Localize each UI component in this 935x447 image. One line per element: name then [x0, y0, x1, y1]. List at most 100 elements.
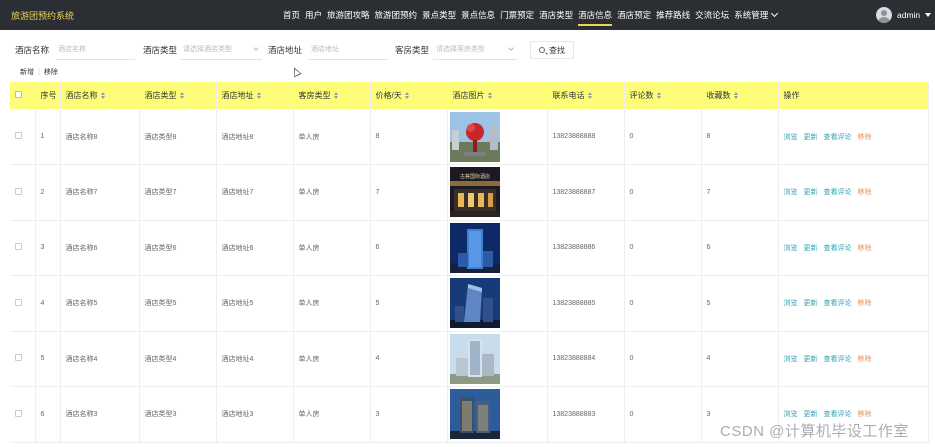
mouse-cursor-icon: [290, 65, 302, 78]
view-button[interactable]: 浏览: [784, 411, 798, 418]
cell-type: 酒店类型8: [139, 109, 217, 165]
col-header-phone[interactable]: 联系电话: [547, 82, 625, 109]
sort-icon: [487, 92, 492, 100]
hotel-image[interactable]: 古荟国际酒店: [449, 167, 500, 218]
add-button[interactable]: 新增: [20, 67, 34, 77]
sort-icon: [179, 92, 184, 100]
view-button[interactable]: 浏览: [784, 189, 798, 196]
hotel-name-input[interactable]: [55, 40, 135, 60]
edit-button[interactable]: 更新: [804, 189, 818, 196]
select-all-checkbox[interactable]: [15, 91, 22, 98]
nav-home[interactable]: 首页: [281, 0, 302, 30]
nav-spot-types[interactable]: 景点类型: [420, 0, 458, 30]
nav-tour-booking[interactable]: 旅游团预约: [373, 0, 420, 30]
row-checkbox[interactable]: [15, 243, 22, 251]
col-header-room[interactable]: 客房类型: [293, 82, 371, 109]
top-navbar: 旅游团预约系统 首页 用户 旅游团攻略 旅游团预约 景点类型 景点信息 门票预定…: [0, 0, 935, 30]
edit-button[interactable]: 更新: [804, 411, 818, 418]
search-button[interactable]: 查找: [530, 41, 574, 59]
cell-phone: 13823888885: [547, 275, 625, 332]
cell-favorites: 7: [701, 164, 779, 221]
delete-button[interactable]: 移除: [858, 245, 872, 252]
nav-users[interactable]: 用户: [303, 0, 324, 30]
nav-ticket-booking[interactable]: 门票预定: [498, 0, 536, 30]
edit-button[interactable]: 更新: [804, 300, 818, 307]
row-checkbox[interactable]: [15, 187, 22, 195]
view-comments-button[interactable]: 查看评论: [824, 245, 852, 252]
col-header-address[interactable]: 酒店地址: [216, 82, 294, 109]
edit-button[interactable]: 更新: [804, 245, 818, 252]
hotel-image[interactable]: [449, 389, 500, 440]
col-header-favorites[interactable]: 收藏数: [701, 82, 779, 109]
chevron-down-icon: [771, 9, 779, 18]
delete-button[interactable]: 移除: [858, 411, 872, 418]
col-header-comments[interactable]: 评论数: [624, 82, 702, 109]
cell-name: 酒店名称7: [60, 164, 140, 221]
col-header-ops: 操作: [778, 82, 929, 109]
cell-room: 单人房: [293, 109, 371, 165]
sort-icon: [587, 92, 592, 100]
cell-room: 单人房: [293, 164, 371, 221]
cell-name: 酒店名称8: [60, 109, 140, 165]
main-nav: 首页 用户 旅游团攻略 旅游团预约 景点类型 景点信息 门票预定 酒店类型 酒店…: [281, 0, 780, 30]
row-checkbox[interactable]: [15, 409, 22, 417]
edit-button[interactable]: 更新: [804, 356, 818, 363]
cell-image: [447, 386, 548, 443]
nav-system-admin[interactable]: 系统管理: [732, 0, 779, 30]
cell-phone: 13823888888: [547, 109, 625, 165]
view-button[interactable]: 浏览: [784, 300, 798, 307]
hotel-image[interactable]: [449, 222, 500, 273]
row-checkbox[interactable]: [15, 354, 22, 362]
col-header-name[interactable]: 酒店名称: [60, 82, 140, 109]
edit-button[interactable]: 更新: [804, 134, 818, 141]
delete-button[interactable]: 移除: [858, 134, 872, 141]
col-header-price[interactable]: 价格/天: [370, 82, 448, 109]
col-header-type[interactable]: 酒店类型: [139, 82, 217, 109]
view-comments-button[interactable]: 查看评论: [824, 134, 852, 141]
cell-image: [447, 109, 548, 165]
view-button[interactable]: 浏览: [784, 134, 798, 141]
brand-title[interactable]: 旅游团预约系统: [11, 9, 74, 22]
nav-hotel-booking[interactable]: 酒店预定: [615, 0, 653, 30]
col-header-room-label: 客房类型: [298, 91, 331, 100]
view-comments-button[interactable]: 查看评论: [824, 300, 852, 307]
hotel-address-input[interactable]: [308, 40, 388, 60]
remove-button[interactable]: 移除: [44, 67, 58, 77]
row-select-cell: [10, 386, 36, 443]
view-comments-button[interactable]: 查看评论: [824, 189, 852, 196]
chevron-down-icon: [508, 45, 514, 51]
cell-ops: 浏览 更新 查看评论 移除: [778, 164, 929, 221]
nav-tour-guide[interactable]: 旅游团攻略: [325, 0, 372, 30]
sort-icon: [100, 92, 105, 100]
view-button[interactable]: 浏览: [784, 245, 798, 252]
delete-button[interactable]: 移除: [858, 356, 872, 363]
col-header-image[interactable]: 酒店图片: [447, 82, 548, 109]
cell-index: 3: [35, 220, 61, 276]
delete-button[interactable]: 移除: [858, 300, 872, 307]
cell-favorites: 8: [701, 109, 779, 165]
nav-hotel-types[interactable]: 酒店类型: [537, 0, 575, 30]
table-row: 2 酒店名称7 酒店类型7 酒店地址7 单人房 7 古荟国际酒店 1382388…: [10, 164, 929, 221]
cell-favorites: 5: [701, 275, 779, 332]
hotel-image[interactable]: [449, 111, 500, 162]
cell-room: 单人房: [293, 331, 371, 387]
row-checkbox[interactable]: [15, 132, 22, 139]
cell-phone: 13823888886: [547, 220, 625, 276]
user-menu[interactable]: admin: [876, 6, 932, 24]
hotel-type-select[interactable]: 请选择酒店类型: [180, 40, 262, 60]
sort-icon: [656, 92, 661, 100]
col-header-name-label: 酒店名称: [65, 91, 98, 100]
nav-forum[interactable]: 交流论坛: [693, 0, 731, 30]
view-button[interactable]: 浏览: [784, 356, 798, 363]
hotel-image[interactable]: [449, 333, 500, 384]
nav-spot-info[interactable]: 景点信息: [459, 0, 497, 30]
col-header-image-label: 酒店图片: [452, 91, 485, 100]
view-comments-button[interactable]: 查看评论: [824, 356, 852, 363]
row-checkbox[interactable]: [15, 298, 22, 306]
nav-recommended-routes[interactable]: 推荐路线: [654, 0, 692, 30]
room-type-select[interactable]: 请选择客房类型: [433, 40, 517, 60]
nav-hotel-info[interactable]: 酒店信息: [576, 0, 614, 30]
view-comments-button[interactable]: 查看评论: [824, 411, 852, 418]
delete-button[interactable]: 移除: [858, 189, 872, 196]
hotel-image[interactable]: [449, 278, 500, 329]
